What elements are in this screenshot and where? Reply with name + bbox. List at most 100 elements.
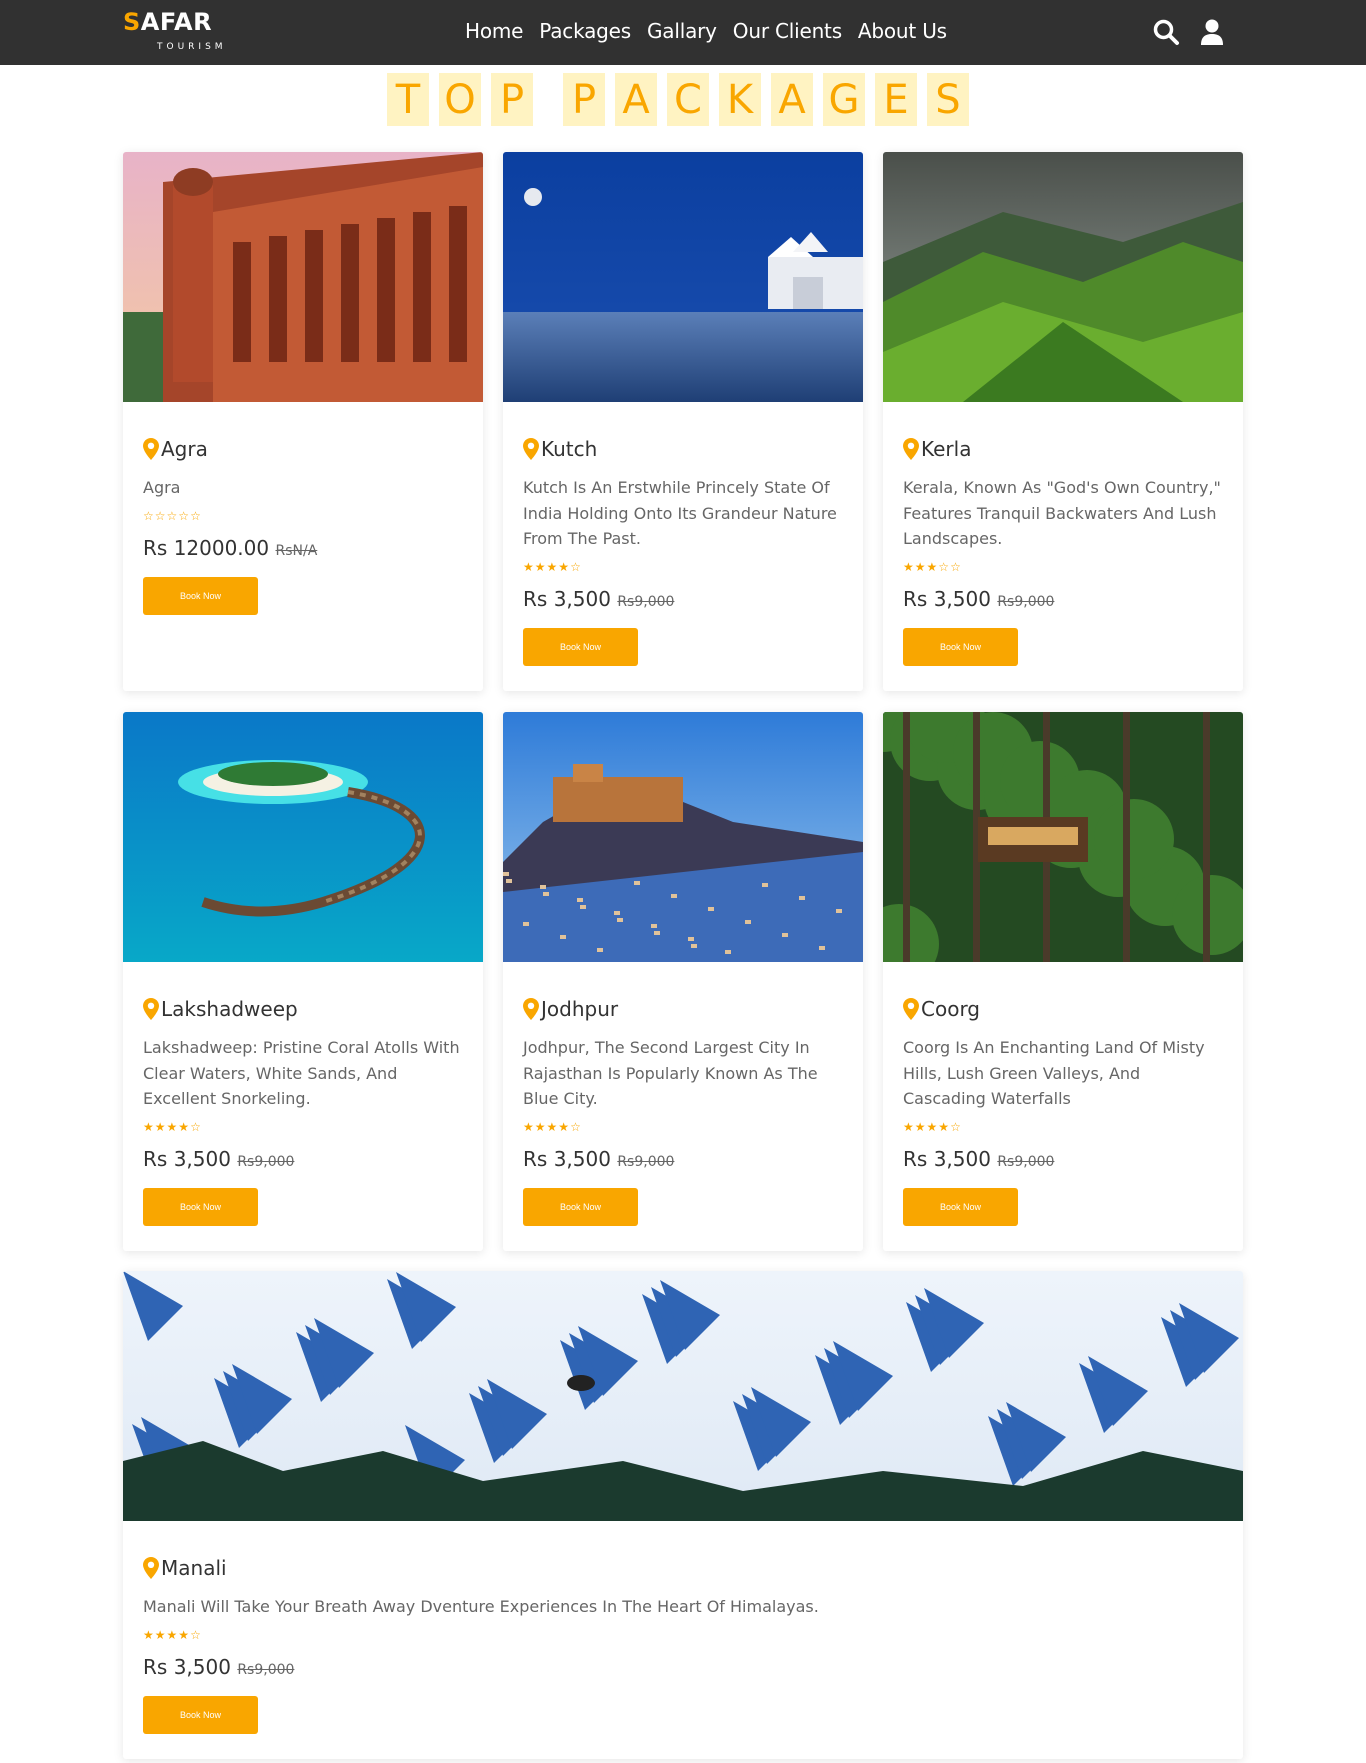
star-filled-icon: ★: [523, 559, 535, 574]
package-price: Rs 3,500 Rs9,000: [903, 1146, 1223, 1175]
book-now-button[interactable]: Book Now: [523, 627, 638, 666]
nav-about[interactable]: About Us: [858, 18, 947, 44]
rating-stars: ★★★★☆: [523, 1120, 843, 1134]
star-filled-icon: ★: [546, 1119, 559, 1134]
star-empty-icon: ☆: [154, 508, 167, 523]
old-price: Rs9,000: [617, 1153, 675, 1170]
star-filled-icon: ★: [558, 559, 571, 574]
package-description: Manali Will Take Your Breath Away Dventu…: [143, 1597, 819, 1616]
book-now-button[interactable]: Book Now: [903, 1187, 1018, 1226]
star-empty-icon: ☆: [190, 1627, 202, 1642]
package-title: Manali: [143, 1554, 1223, 1582]
price-value: 12000.00: [173, 535, 270, 560]
package-description: Jodhpur, The Second Largest City In Raja…: [523, 1038, 818, 1108]
package-card: Kutch Kutch Is An Erstwhile Princely Sta…: [503, 152, 863, 691]
old-price: Rs9,000: [617, 593, 675, 610]
price-value: 3,500: [933, 1146, 991, 1171]
star-filled-icon: ★: [534, 1119, 547, 1134]
price-value: 3,500: [553, 586, 611, 611]
old-price: RsN/A: [275, 542, 318, 559]
star-filled-icon: ★: [926, 559, 939, 574]
location-pin-icon: [523, 438, 539, 460]
title-letter: A: [615, 73, 657, 126]
package-title: Kutch: [523, 435, 843, 463]
card-body: Agra Agra ☆☆☆☆☆ Rs 12000.00 RsN/A Book N…: [143, 435, 463, 615]
location-pin-icon: [903, 438, 919, 460]
package-image: [123, 1271, 1243, 1521]
old-price: Rs9,000: [237, 1661, 295, 1678]
rating-stars: ★★★★☆: [523, 560, 843, 574]
package-title-text: Coorg: [921, 997, 981, 1021]
title-letter: O: [439, 73, 481, 126]
price-value: 3,500: [553, 1146, 611, 1171]
nav-gallery[interactable]: Gallary: [647, 18, 717, 44]
package-card: Kerla Kerala, Known As "God's Own Countr…: [883, 152, 1243, 691]
logo[interactable]: SAFAR TOURISM: [123, 8, 223, 52]
book-now-button[interactable]: Book Now: [143, 576, 258, 615]
package-title: Kerla: [903, 435, 1223, 463]
package-price: Rs 3,500 Rs9,000: [523, 1146, 843, 1175]
package-card: Coorg Coorg Is An Enchanting Land Of Mis…: [883, 712, 1243, 1251]
location-pin-icon: [903, 998, 919, 1020]
package-description: Kutch Is An Erstwhile Princely State Of …: [523, 478, 837, 548]
package-description: Agra: [143, 478, 181, 497]
nav-clients[interactable]: Our Clients: [733, 18, 842, 44]
card-body: Jodhpur Jodhpur, The Second Largest City…: [523, 995, 843, 1226]
card-body: Lakshadweep Lakshadweep: Pristine Coral …: [143, 995, 463, 1226]
search-icon[interactable]: [1152, 18, 1180, 46]
star-empty-icon: ☆: [190, 1119, 202, 1134]
package-description: Lakshadweep: Pristine Coral Atolls With …: [143, 1038, 460, 1108]
package-card: Agra Agra ☆☆☆☆☆ Rs 12000.00 RsN/A Book N…: [123, 152, 483, 691]
package-image: [123, 712, 483, 962]
rating-stars: ★★★★☆: [143, 1120, 463, 1134]
package-title: Coorg: [903, 995, 1223, 1023]
star-filled-icon: ★: [178, 1119, 191, 1134]
currency: Rs: [523, 1146, 548, 1171]
package-image: [503, 152, 863, 402]
star-empty-icon: ☆: [938, 559, 951, 574]
nav-packages[interactable]: Packages: [539, 18, 631, 44]
star-filled-icon: ★: [546, 559, 559, 574]
star-empty-icon: ☆: [950, 559, 962, 574]
card-body: Kerla Kerala, Known As "God's Own Countr…: [903, 435, 1223, 666]
title-space: [543, 73, 563, 126]
package-price: Rs 3,500 Rs9,000: [903, 586, 1223, 615]
rating-stars: ★★★★☆: [903, 1120, 1223, 1134]
star-filled-icon: ★: [534, 559, 547, 574]
book-now-button[interactable]: Book Now: [523, 1187, 638, 1226]
package-price: Rs 12000.00 RsN/A: [143, 535, 463, 564]
location-pin-icon: [143, 438, 159, 460]
title-letter: A: [771, 73, 813, 126]
price-value: 3,500: [173, 1146, 231, 1171]
star-empty-icon: ☆: [570, 1119, 582, 1134]
book-now-button[interactable]: Book Now: [143, 1695, 258, 1734]
location-pin-icon: [143, 998, 159, 1020]
star-filled-icon: ★: [558, 1119, 571, 1134]
package-image: [883, 152, 1243, 402]
currency: Rs: [523, 586, 548, 611]
package-image: [883, 712, 1243, 962]
title-letter: E: [875, 73, 917, 126]
package-card: Manali Manali Will Take Your Breath Away…: [123, 1271, 1243, 1759]
star-filled-icon: ★: [914, 1119, 927, 1134]
title-letter: P: [491, 73, 533, 126]
nav-home[interactable]: Home: [465, 18, 523, 44]
book-now-button[interactable]: Book Now: [143, 1187, 258, 1226]
card-body: Kutch Kutch Is An Erstwhile Princely Sta…: [523, 435, 843, 666]
location-pin-icon: [523, 998, 539, 1020]
location-pin-icon: [143, 1557, 159, 1579]
card-body: Coorg Coorg Is An Enchanting Land Of Mis…: [903, 995, 1223, 1226]
currency: Rs: [903, 586, 928, 611]
rating-stars: ★★★★☆: [143, 1628, 1223, 1642]
logo-text: AFAR: [140, 8, 213, 36]
star-empty-icon: ☆: [570, 559, 582, 574]
user-icon[interactable]: [1198, 18, 1226, 46]
star-filled-icon: ★: [523, 1119, 535, 1134]
navbar: SAFAR TOURISM Home Packages Gallary Our …: [0, 0, 1366, 65]
star-empty-icon: ☆: [950, 1119, 962, 1134]
star-empty-icon: ☆: [143, 508, 155, 523]
book-now-button[interactable]: Book Now: [903, 627, 1018, 666]
star-filled-icon: ★: [938, 1119, 951, 1134]
star-filled-icon: ★: [154, 1119, 167, 1134]
star-filled-icon: ★: [143, 1119, 155, 1134]
